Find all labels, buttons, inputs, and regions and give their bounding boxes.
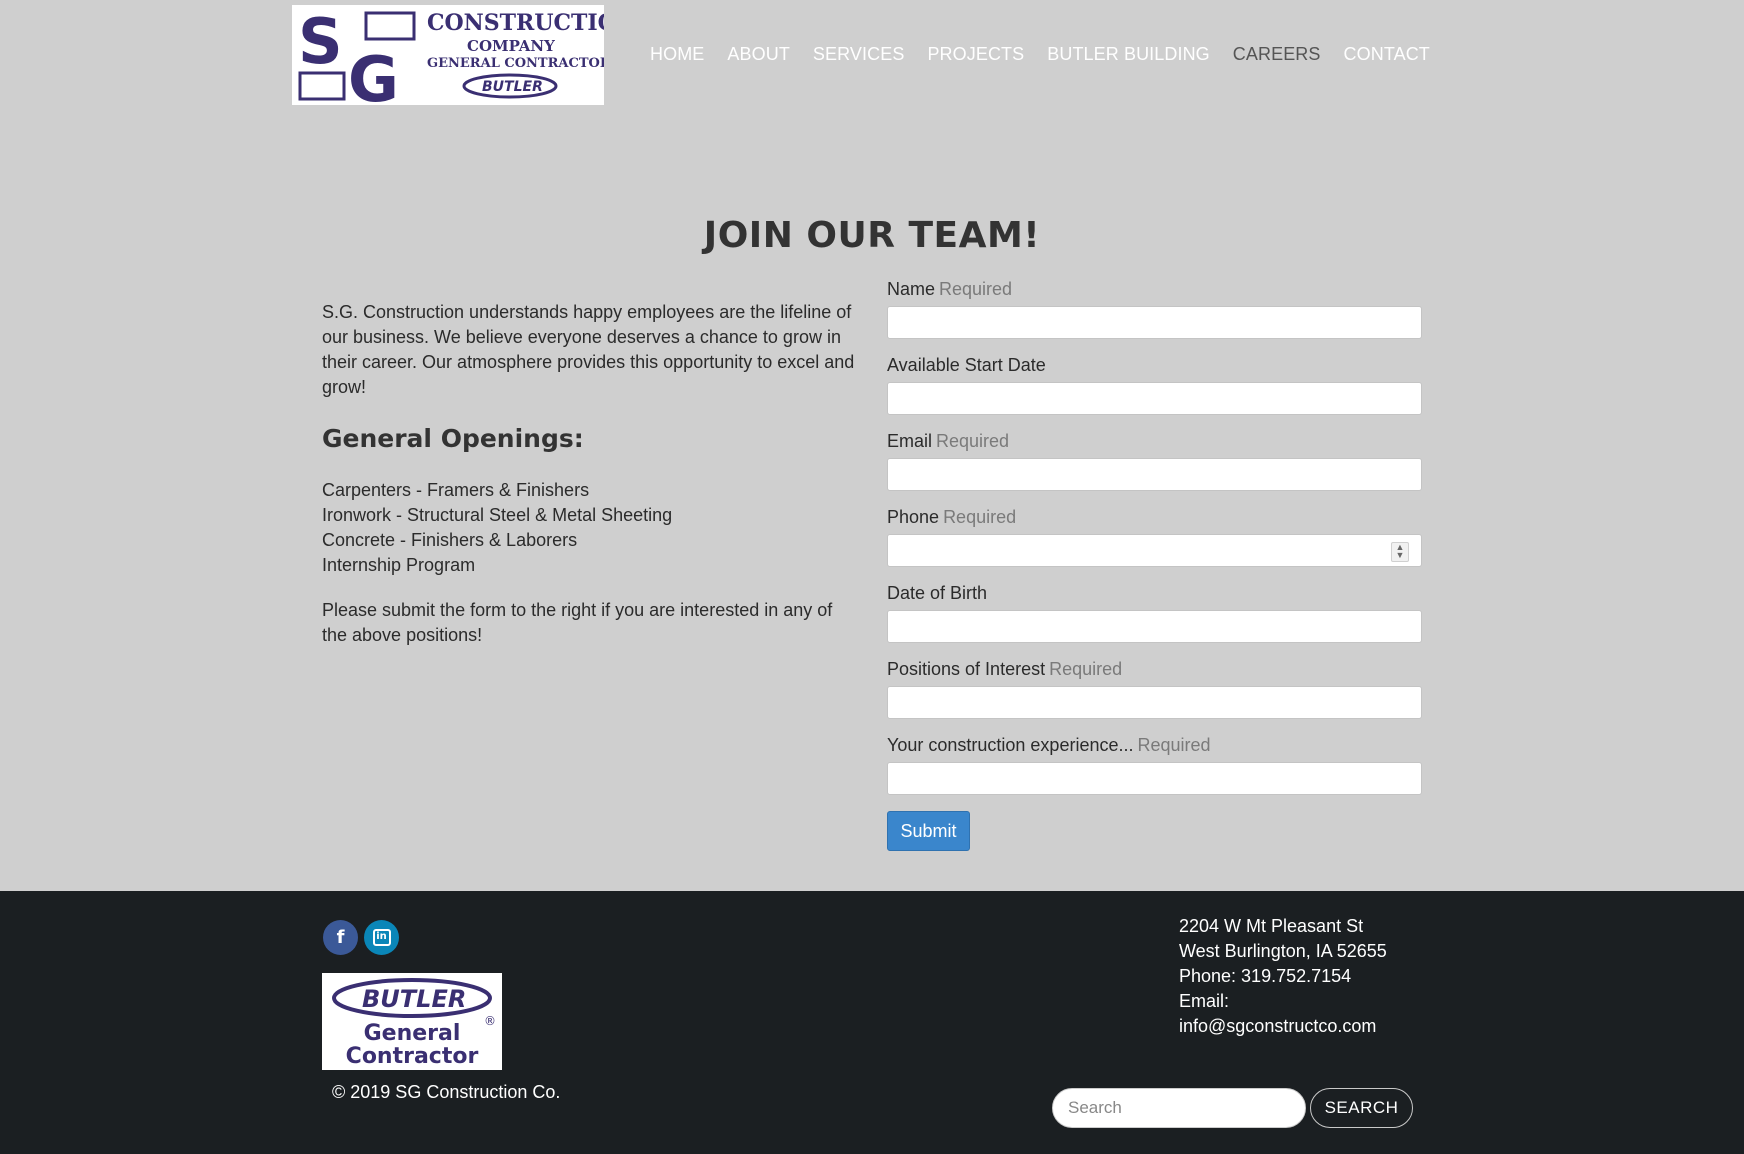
field-label: Email Required (887, 431, 1010, 451)
field-start-date: Available Start Date (887, 353, 1422, 429)
butler-general-contractor-logo: BUTLER ® General Contractor (322, 973, 502, 1070)
nav-projects[interactable]: PROJECTS (927, 44, 1024, 65)
name-input[interactable] (887, 306, 1422, 339)
openings-heading: General Openings: (322, 424, 584, 453)
search-button[interactable]: SEARCH (1310, 1088, 1413, 1128)
field-label: Available Start Date (887, 355, 1046, 375)
field-name: Name Required (887, 277, 1422, 353)
field-label: Date of Birth (887, 583, 988, 603)
positions-input[interactable] (887, 686, 1422, 719)
address-email-label: Email: (1179, 991, 1230, 1011)
facebook-icon[interactable]: f (323, 920, 358, 955)
list-item: Ironwork - Structural Steel & Metal Shee… (322, 505, 673, 525)
sg-logo-graphic: S G CONSTRUCTION COMPANY GENERAL CONTRAC… (298, 5, 604, 105)
butler-logo-graphic: BUTLER ® General Contractor (332, 978, 496, 1069)
list-item: Concrete - Finishers & Laborers (322, 530, 578, 550)
nav-careers[interactable]: CAREERS (1233, 44, 1321, 65)
registered-mark-icon: ® (484, 1014, 496, 1028)
field-phone: Phone Required ▲ ▼ (887, 505, 1422, 581)
required-marker: Required (1049, 659, 1123, 679)
field-label: Positions of Interest Required (887, 659, 1123, 679)
phone-input[interactable]: ▲ ▼ (887, 534, 1422, 567)
email-input[interactable] (887, 458, 1422, 491)
nav-home[interactable]: HOME (650, 44, 704, 65)
butler-line1: General (364, 1021, 461, 1046)
field-label: Name Required (887, 279, 1013, 299)
sg-construction-logo[interactable]: S G CONSTRUCTION COMPANY GENERAL CONTRAC… (292, 5, 604, 105)
start-date-input[interactable] (887, 382, 1422, 415)
nav-services[interactable]: SERVICES (813, 44, 905, 65)
address-street: 2204 W Mt Pleasant St (1179, 916, 1364, 936)
address-phone[interactable]: Phone: 319.752.7154 (1179, 964, 1387, 989)
closing-text: Please submit the form to the right if y… (322, 600, 833, 645)
logo-line2: COMPANY (467, 37, 555, 55)
intro-text: S.G. Construction understands happy empl… (322, 302, 855, 397)
submit-button[interactable]: Submit (887, 811, 970, 851)
site-footer: f in BUTLER ® General Contractor © 2019 … (0, 891, 1744, 1154)
copyright: © 2019 SG Construction Co. (332, 1082, 561, 1102)
linkedin-icon[interactable]: in (364, 920, 399, 955)
list-item: Internship Program (322, 555, 476, 575)
careers-description: S.G. Construction understands happy empl… (322, 300, 857, 648)
field-dob: Date of Birth (887, 581, 1422, 657)
number-spinner-icon[interactable]: ▲ ▼ (1391, 542, 1409, 562)
logo-line1: CONSTRUCTION (427, 10, 604, 36)
openings-list: Carpenters - Framers & Finishers Ironwor… (322, 478, 857, 578)
logo-initial-s: S (298, 5, 343, 78)
search-input[interactable]: Search (1052, 1088, 1306, 1128)
address-email[interactable]: info@sgconstructco.com (1179, 1014, 1387, 1039)
field-email: Email Required (887, 429, 1422, 505)
nav-contact[interactable]: CONTACT (1344, 44, 1430, 65)
logo-badge: BUTLER (482, 79, 543, 95)
required-marker: Required (943, 507, 1017, 527)
butler-badge-text: BUTLER (362, 985, 466, 1013)
required-marker: Required (936, 431, 1010, 451)
field-label: Your construction experience... Required (887, 735, 1211, 755)
application-form: Name Required Available Start Date Email R… (887, 277, 1422, 809)
experience-input[interactable] (887, 762, 1422, 795)
logo-line3: GENERAL CONTRACTORS (427, 56, 604, 71)
dob-input[interactable] (887, 610, 1422, 643)
page-title: JOIN OUR TEAM! (703, 215, 1041, 256)
required-marker: Required (1137, 735, 1211, 755)
nav-butler-building[interactable]: BUTLER BUILDING (1047, 44, 1210, 65)
field-positions: Positions of Interest Required (887, 657, 1422, 733)
main-nav: HOME ABOUT SERVICES PROJECTS BUTLER BUIL… (650, 44, 1453, 65)
nav-about[interactable]: ABOUT (727, 44, 790, 65)
social-links: f in (323, 920, 399, 955)
site-header: S G CONSTRUCTION COMPANY GENERAL CONTRAC… (0, 0, 1744, 110)
logo-bracket-top (364, 11, 416, 41)
address-city: West Burlington, IA 52655 (1179, 941, 1387, 961)
field-experience: Your construction experience... Required (887, 733, 1422, 809)
logo-initial-g: G (348, 43, 399, 105)
list-item: Carpenters - Framers & Finishers (322, 480, 590, 500)
field-label: Phone Required (887, 507, 1017, 527)
contact-address: 2204 W Mt Pleasant St West Burlington, I… (1179, 914, 1387, 1039)
required-marker: Required (939, 279, 1013, 299)
butler-line2: Contractor (346, 1044, 479, 1069)
